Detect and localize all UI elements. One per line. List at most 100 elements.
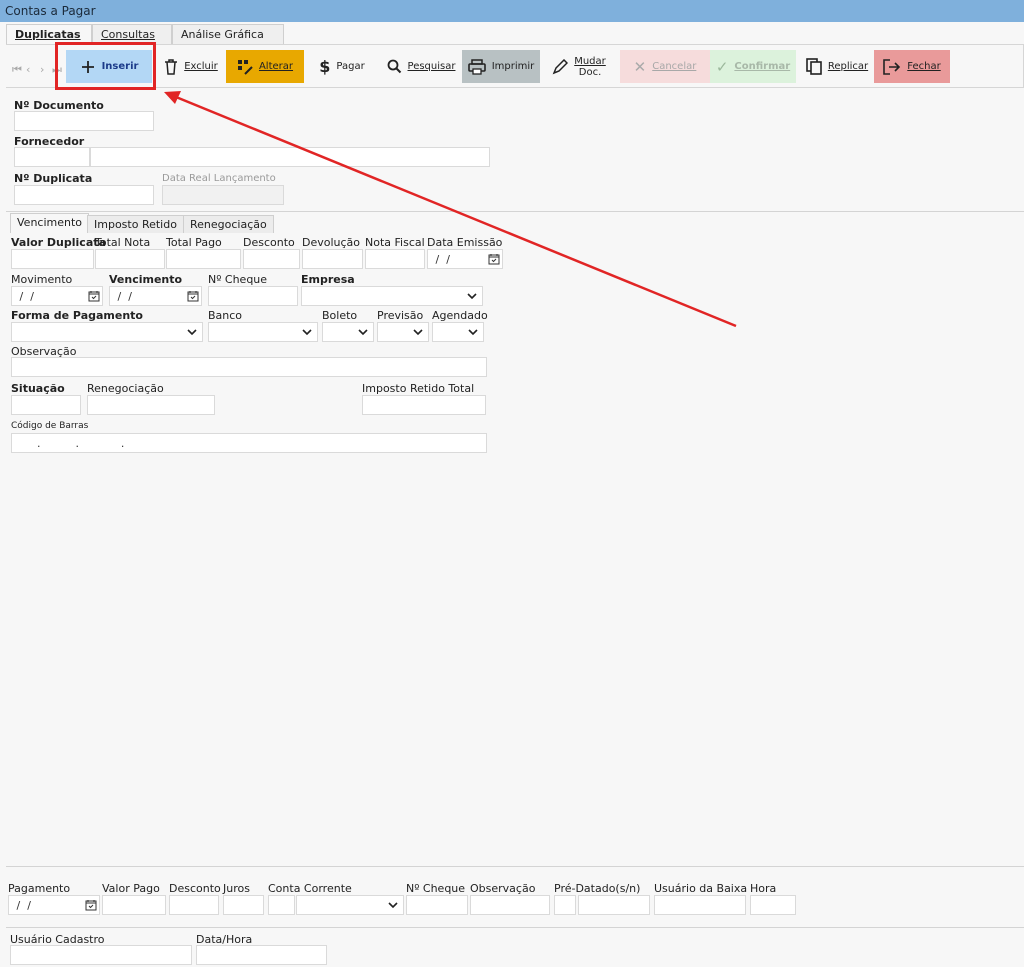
chevron-down-icon [467, 293, 477, 300]
fechar-button[interactable]: Fechar [874, 50, 950, 83]
pag-observacao-field[interactable] [470, 895, 550, 915]
chevron-down-icon [187, 329, 197, 336]
movimento-field[interactable]: / / [11, 286, 103, 306]
tab-duplicatas[interactable]: Duplicatas [6, 24, 92, 44]
pre-datado-label: Pré-Datado(s/n) [554, 882, 641, 895]
prev-icon[interactable]: ‹ [26, 63, 30, 76]
vencimento-value: / / [114, 290, 132, 303]
forma-pagamento-select[interactable] [11, 322, 203, 342]
alterar-button[interactable]: Alterar [226, 50, 304, 83]
renegociacao-field[interactable] [87, 395, 215, 415]
calendar-icon[interactable] [88, 290, 100, 302]
vencimento-field[interactable]: / / [109, 286, 202, 306]
codigo-barras-value: . . . [16, 437, 125, 450]
cancelar-button[interactable]: ✕ Cancelar [620, 50, 710, 83]
tab-consultas[interactable]: Consultas [92, 24, 172, 44]
annotation-arrow [164, 91, 737, 328]
alterar-label: Alterar [258, 61, 294, 72]
usuario-baixa-field[interactable] [654, 895, 746, 915]
valor-duplicata-label: Valor Duplicata [11, 236, 106, 249]
excluir-button[interactable]: Excluir [158, 50, 224, 83]
calendar-icon[interactable] [187, 290, 199, 302]
pag-desconto-label: Desconto [169, 882, 221, 895]
documento-field[interactable] [14, 111, 154, 131]
toolbar: ⏮ ‹ › ⏭ Inserir Excluir Alterar $ Pagar … [6, 44, 1024, 88]
mudar-label: Mudar [574, 55, 606, 67]
boleto-select[interactable] [322, 322, 374, 342]
total-nota-field[interactable] [95, 249, 165, 269]
situacao-field[interactable] [11, 395, 81, 415]
pesquisar-label: Pesquisar [407, 61, 456, 72]
fornecedor-code-field[interactable] [14, 147, 90, 167]
valor-pago-field[interactable] [102, 895, 166, 915]
duplicata-field[interactable] [14, 185, 154, 205]
pagar-button[interactable]: $ Pagar [310, 50, 374, 83]
movimento-value: / / [16, 290, 34, 303]
copy-icon [806, 58, 822, 75]
chevron-down-icon [413, 329, 423, 336]
calendar-icon[interactable] [488, 253, 500, 265]
tab-renegociacao[interactable]: Renegociação [183, 215, 274, 233]
pagar-label: Pagar [336, 61, 365, 72]
devolucao-field[interactable] [302, 249, 363, 269]
pencil-icon [552, 58, 569, 74]
data-emissao-field[interactable]: / / [427, 249, 503, 269]
agendado-label: Agendado [432, 309, 488, 322]
boleto-label: Boleto [322, 309, 358, 322]
codigo-barras-label: Código de Barras [11, 421, 89, 431]
excluir-label: Excluir [184, 61, 218, 72]
conta-corrente-select[interactable] [296, 895, 404, 915]
empresa-select[interactable] [301, 286, 483, 306]
juros-field[interactable] [223, 895, 264, 915]
imprimir-label: Imprimir [491, 61, 535, 72]
pre-datado-field[interactable] [554, 895, 576, 915]
doc-label: Doc. [578, 66, 602, 78]
data-emissao-label: Data Emissão [427, 236, 503, 249]
conta-corrente-code-field[interactable] [268, 895, 295, 915]
mudar-doc-button[interactable]: Mudar Doc. [546, 50, 612, 83]
imposto-total-field[interactable] [362, 395, 486, 415]
vencimento-label: Vencimento [109, 273, 183, 286]
nota-fiscal-field[interactable] [365, 249, 425, 269]
calendar-icon[interactable] [85, 899, 97, 911]
pag-cheque-field[interactable] [406, 895, 468, 915]
divider [6, 927, 1024, 928]
previsao-select[interactable] [377, 322, 429, 342]
fechar-label: Fechar [907, 61, 941, 72]
confirmar-label: Confirmar [734, 61, 791, 72]
next-icon[interactable]: › [40, 63, 44, 76]
confirmar-button[interactable]: ✓ Confirmar [710, 50, 796, 83]
search-icon [387, 59, 401, 74]
imprimir-button[interactable]: Imprimir [462, 50, 540, 83]
replicar-label: Replicar [827, 61, 869, 72]
pag-desconto-field[interactable] [169, 895, 219, 915]
hora-field[interactable] [750, 895, 796, 915]
tab-analise-grafica[interactable]: Análise Gráfica [172, 24, 284, 44]
data-emissao-value: / / [432, 253, 450, 266]
printer-icon [467, 58, 486, 75]
pesquisar-button[interactable]: Pesquisar [380, 50, 462, 83]
pagamento-value: / / [13, 899, 31, 912]
fornecedor-name-field[interactable] [90, 147, 490, 167]
total-pago-field[interactable] [166, 249, 241, 269]
exit-icon [883, 58, 901, 75]
valor-duplicata-field[interactable] [11, 249, 94, 269]
cheque-field[interactable] [208, 286, 298, 306]
tab-vencimento[interactable]: Vencimento [10, 213, 90, 233]
desconto-field[interactable] [243, 249, 300, 269]
replicar-button[interactable]: Replicar [800, 50, 874, 83]
cheque-label: Nº Cheque [208, 273, 268, 286]
hora-label: Hora [750, 882, 777, 895]
codigo-barras-field[interactable]: . . . [11, 433, 487, 453]
tab-imposto-retido[interactable]: Imposto Retido [87, 215, 184, 233]
observacao-field[interactable] [11, 357, 487, 377]
window-title: Contas a Pagar [0, 0, 1024, 22]
pagamento-date-field[interactable]: / / [8, 895, 100, 915]
banco-select[interactable] [208, 322, 318, 342]
usuario-baixa-label: Usuário da Baixa [654, 882, 748, 895]
valor-pago-label: Valor Pago [102, 882, 160, 895]
agendado-select[interactable] [432, 322, 484, 342]
pre-datado-date-field[interactable] [578, 895, 650, 915]
first-icon[interactable]: ⏮ [12, 63, 22, 77]
divider [6, 211, 1024, 212]
